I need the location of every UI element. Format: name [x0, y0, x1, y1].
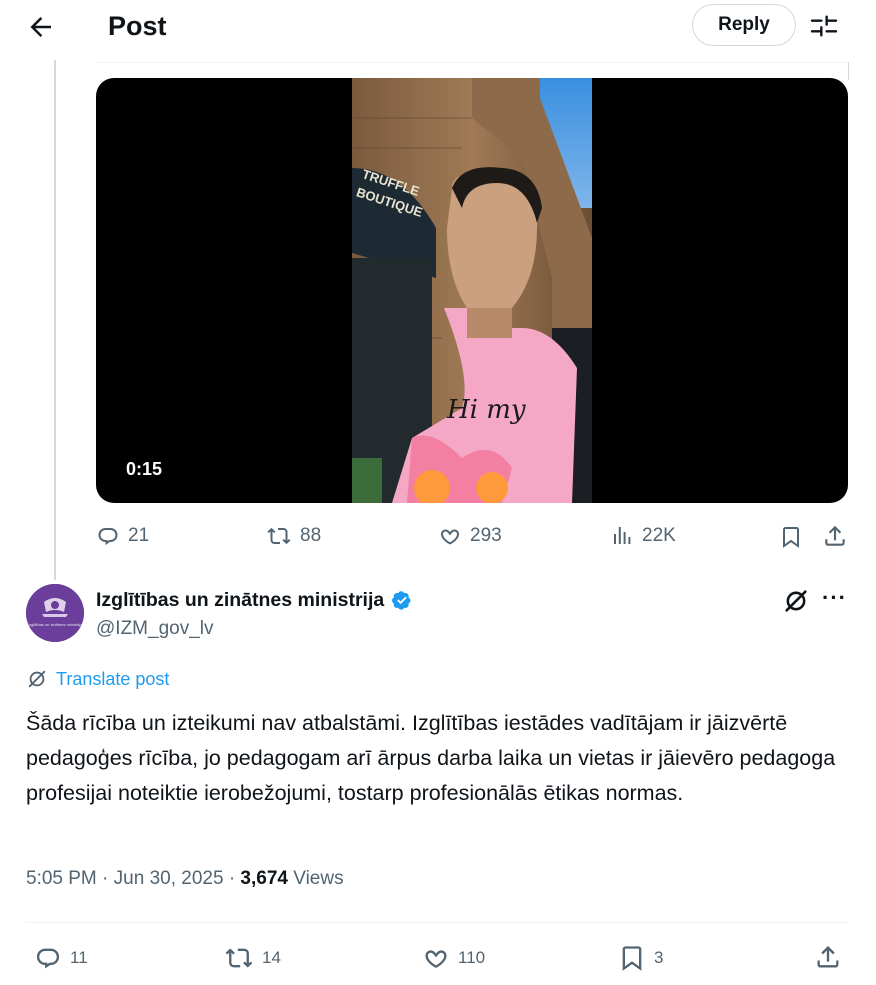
divider	[26, 922, 848, 923]
analytics-icon	[614, 527, 631, 544]
share-icon[interactable]	[822, 523, 848, 549]
avatar[interactable]: Izglītības un zinātnes ministrija	[26, 584, 84, 642]
repost-count: 88	[300, 525, 322, 546]
top-header: Post Reply	[0, 0, 876, 54]
reply-action[interactable]: 21	[96, 524, 149, 548]
views-count: 22K	[642, 525, 676, 546]
reply-icon	[98, 528, 118, 545]
post-meta: 5:05 PM · Jun 30, 2025 · 3,674 Views	[26, 868, 344, 890]
post-bookmark-action[interactable]: 3	[618, 943, 663, 973]
grok-icon[interactable]	[782, 587, 810, 615]
translate-icon	[28, 670, 46, 688]
author-name-text: Izglītības un zinātnes ministrija	[96, 588, 385, 611]
meta-separator: ·	[102, 868, 114, 889]
author-name[interactable]: Izglītības un zinātnes ministrija	[96, 588, 414, 612]
repost-icon	[267, 527, 291, 545]
views-action[interactable]: 22K	[610, 524, 676, 548]
quoted-card-border	[96, 62, 848, 63]
avatar-caption: Izglītības un zinātnes ministrija	[28, 622, 83, 627]
quoted-card-border-right	[848, 62, 849, 80]
post-views-label: Views	[293, 868, 344, 889]
author-handle[interactable]: @IZM_gov_lv	[96, 618, 214, 640]
bookmark-icon	[622, 946, 642, 971]
post-like-count: 110	[458, 948, 486, 967]
post-like-action[interactable]: 110	[422, 944, 485, 972]
filter-settings-icon[interactable]	[808, 10, 840, 42]
meta-separator-2: ·	[228, 868, 241, 889]
post-share-icon[interactable]	[814, 943, 842, 971]
post-date[interactable]: Jun 30, 2025	[114, 868, 224, 889]
like-action[interactable]: 293	[438, 524, 502, 548]
more-options-icon[interactable]: ···	[822, 585, 852, 615]
reply-count: 21	[128, 525, 150, 546]
post-views-count: 3,674	[240, 868, 288, 889]
repost-action[interactable]: 88	[266, 524, 321, 548]
verified-badge-icon	[392, 591, 411, 610]
thread-connector-line	[54, 60, 56, 580]
translate-label: Translate post	[56, 668, 170, 689]
post-time[interactable]: 5:05 PM	[26, 868, 97, 889]
post-repost-count: 14	[262, 948, 281, 967]
post-reply-action[interactable]: 11	[34, 944, 88, 972]
back-arrow-icon[interactable]	[26, 12, 56, 42]
repost-icon	[225, 948, 253, 968]
post-repost-action[interactable]: 14	[224, 944, 281, 972]
like-count: 293	[470, 525, 502, 546]
translate-post-link[interactable]: Translate post	[26, 668, 169, 690]
page-title: Post	[108, 11, 167, 41]
post-bookmark-count: 3	[654, 948, 664, 967]
reply-button[interactable]: Reply	[692, 4, 796, 46]
video-frame: TRUFFLE BOUTIQUE Hi my	[352, 78, 592, 503]
post-text: Šāda rīcība un izteikumi nav atbalstāmi.…	[26, 711, 836, 805]
video-player[interactable]: TRUFFLE BOUTIQUE Hi my 0:15	[96, 78, 848, 503]
video-duration: 0:15	[126, 459, 163, 479]
reply-icon	[36, 948, 60, 969]
shirt-print-text: Hi my	[446, 395, 526, 425]
bookmark-icon[interactable]	[779, 524, 803, 550]
heart-icon	[441, 529, 459, 545]
post-reply-count: 11	[70, 948, 88, 967]
heart-icon	[425, 950, 447, 968]
